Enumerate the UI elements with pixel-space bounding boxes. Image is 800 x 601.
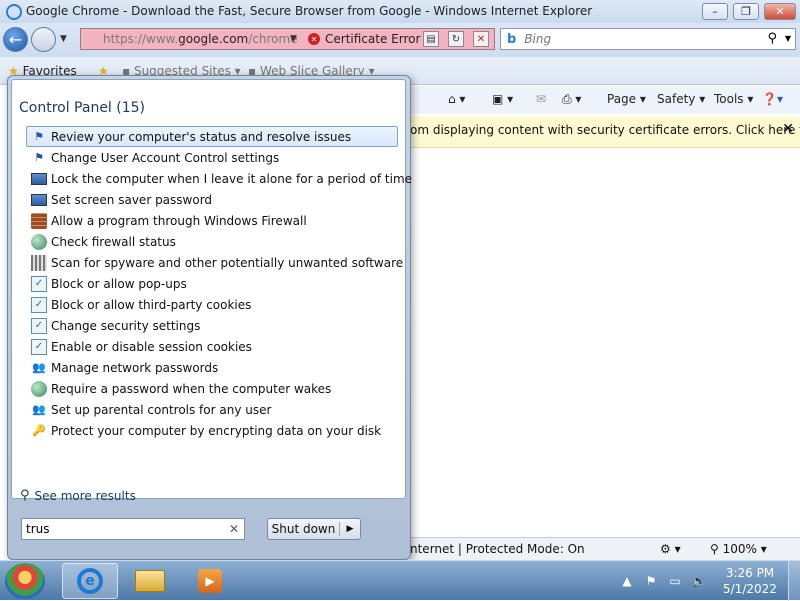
address-dropdown-icon[interactable]: ▼ <box>290 34 297 44</box>
clock-date: 5/1/2022 <box>723 582 777 596</box>
stop-icon[interactable]: ✕ <box>473 31 489 47</box>
forward-button[interactable] <box>31 27 56 52</box>
result-item[interactable]: 👥 Manage network passwords <box>26 357 398 378</box>
mail-icon[interactable]: ✉ <box>536 92 546 106</box>
defender-scan-icon <box>31 254 47 271</box>
show-desktop-button[interactable] <box>788 561 800 601</box>
result-item[interactable]: Set screen saver password <box>26 189 398 210</box>
result-item[interactable]: Scan for spyware and other potentially u… <box>26 252 403 273</box>
see-more-results-link[interactable]: ⚲ See more results <box>20 488 136 503</box>
result-item[interactable]: Lock the computer when I leave it alone … <box>26 168 412 189</box>
result-item[interactable]: ✓ Enable or disable session cookies <box>26 336 398 357</box>
zoom-control[interactable]: ⚲ 100% ▾ <box>710 542 767 556</box>
address-bar[interactable]: https://www.google.com/chrome ▼ ✕ Certif… <box>80 28 495 50</box>
help-icon[interactable]: ❓▾ <box>762 92 783 106</box>
power-options-icon <box>31 380 47 397</box>
result-item[interactable]: Check firewall status <box>26 231 398 252</box>
parental-controls-icon: 👥 <box>32 403 46 416</box>
network-icon[interactable]: ▭ <box>666 574 684 588</box>
action-center-flag-icon: ⚑ <box>34 151 44 164</box>
navigation-bar: ← ▼ https://www.google.com/chrome ▼ ✕ Ce… <box>0 23 800 57</box>
taskbar-media-player[interactable]: ▶ <box>182 563 238 599</box>
tools-menu[interactable]: Tools ▾ <box>714 92 753 106</box>
notification-area: ▲ ⚑ ▭ 🔈 <box>618 569 714 593</box>
start-search-box[interactable]: ✕ <box>21 518 245 540</box>
shield-error-icon: ✕ <box>308 33 320 45</box>
internet-explorer-icon: e <box>77 568 103 594</box>
action-center-flag-icon[interactable]: ⚑ <box>642 574 660 588</box>
ie-logo-icon <box>6 4 22 20</box>
protected-mode-icon[interactable]: ⚙ ▾ <box>660 542 681 556</box>
search-icon: ⚲ <box>20 488 30 503</box>
bitlocker-key-icon: 🔑 <box>32 424 46 437</box>
search-results-list: ⚑ Review your computer's status and resol… <box>26 126 412 441</box>
home-icon[interactable]: ⌂ ▾ <box>448 92 465 106</box>
folder-icon <box>135 570 165 592</box>
result-item[interactable]: ✓ Block or allow pop-ups <box>26 273 398 294</box>
clock-time: 3:26 PM <box>725 566 775 580</box>
search-placeholder[interactable]: Bing <box>524 32 551 46</box>
start-search-input[interactable] <box>26 522 221 536</box>
search-icon[interactable]: ⚲ <box>767 31 777 46</box>
result-item[interactable]: 👥 Set up parental controls for any user <box>26 399 398 420</box>
close-infobar-icon[interactable]: ✕ <box>782 121 794 137</box>
compatibility-view-icon[interactable]: ▤ <box>423 31 439 47</box>
taskbar-internet-explorer[interactable]: e <box>62 563 118 599</box>
internet-options-icon: ✓ <box>31 338 47 355</box>
refresh-icon[interactable]: ↻ <box>448 31 464 47</box>
clear-search-icon[interactable]: ✕ <box>229 522 239 536</box>
clock[interactable]: 3:26 PM 5/1/2022 <box>720 565 780 597</box>
security-zone-label: nternet | Protected Mode: On <box>410 542 585 556</box>
certificate-error-label: Certificate Error <box>325 32 421 46</box>
monitor-icon <box>31 172 47 185</box>
firewall-globe-icon <box>31 233 47 250</box>
result-item[interactable]: ✓ Block or allow third-party cookies <box>26 294 398 315</box>
search-options-dropdown-icon[interactable]: ▼ <box>785 34 791 43</box>
internet-options-icon: ✓ <box>31 275 47 292</box>
internet-options-icon: ✓ <box>31 296 47 313</box>
command-bar: ⌂ ▾ ▣ ▾ ✉ ⎙ ▾ Page ▾ Safety ▾ Tools ▾ ❓▾ <box>410 86 800 114</box>
media-player-icon: ▶ <box>198 569 222 593</box>
close-button[interactable]: ✕ <box>764 3 796 20</box>
internet-options-icon: ✓ <box>31 317 47 334</box>
volume-muted-icon[interactable]: 🔈 <box>690 574 708 588</box>
information-bar-text[interactable]: om displaying content with security cert… <box>410 123 800 137</box>
maximize-button[interactable]: ❐ <box>733 3 759 20</box>
results-category-heading[interactable]: Control Panel (15) <box>19 100 145 116</box>
show-hidden-icons-arrow[interactable]: ▲ <box>618 574 636 588</box>
minimize-button[interactable]: – <box>702 3 728 20</box>
information-bar[interactable]: om displaying content with security cert… <box>410 116 800 148</box>
bing-logo-icon: b <box>507 31 517 47</box>
result-item[interactable]: ⚑ Review your computer's status and resol… <box>26 126 398 147</box>
window-title: Google Chrome - Download the Fast, Secur… <box>26 4 593 18</box>
back-button[interactable]: ← <box>3 27 28 52</box>
window-titlebar: Google Chrome - Download the Fast, Secur… <box>0 0 800 23</box>
result-item[interactable]: ✓ Change security settings <box>26 315 398 336</box>
monitor-icon <box>31 193 47 206</box>
action-center-flag-icon: ⚑ <box>34 130 44 143</box>
status-bar: nternet | Protected Mode: On ⚙ ▾ ⚲ 100% … <box>410 537 800 560</box>
page-menu[interactable]: Page ▾ <box>607 92 646 106</box>
search-box[interactable]: b Bing ⚲ ▼ <box>500 28 796 50</box>
certificate-error-button[interactable]: ✕ Certificate Error <box>308 29 420 49</box>
shut-down-label[interactable]: Shut down <box>268 522 340 536</box>
safety-menu[interactable]: Safety ▾ <box>657 92 705 106</box>
start-menu: Control Panel (15) ⚑ Review your computer… <box>7 75 412 560</box>
search-results-panel: Control Panel (15) ⚑ Review your computer… <box>11 79 412 503</box>
result-item[interactable]: ⚑ Change User Account Control settings <box>26 147 398 168</box>
result-item[interactable]: 🔑 Protect your computer by encrypting dat… <box>26 420 398 441</box>
shut-down-options-arrow-icon[interactable]: ▶ <box>340 524 360 534</box>
result-item[interactable]: Allow a program through Windows Firewall <box>26 210 398 231</box>
result-item[interactable]: Require a password when the computer wak… <box>26 378 398 399</box>
start-button[interactable] <box>5 563 45 599</box>
shut-down-button[interactable]: Shut down ▶ <box>267 518 361 540</box>
taskbar: e ▶ ▲ ⚑ ▭ 🔈 3:26 PM 5/1/2022 <box>0 560 800 601</box>
feeds-icon[interactable]: ▣ ▾ <box>492 92 513 106</box>
print-icon[interactable]: ⎙ ▾ <box>562 92 581 107</box>
taskbar-windows-explorer[interactable] <box>122 563 178 599</box>
user-accounts-icon: 👥 <box>32 361 46 374</box>
recent-pages-dropdown[interactable]: ▼ <box>60 34 67 44</box>
address-url[interactable]: https://www.google.com/chrome <box>103 32 298 46</box>
firewall-icon <box>31 212 47 229</box>
